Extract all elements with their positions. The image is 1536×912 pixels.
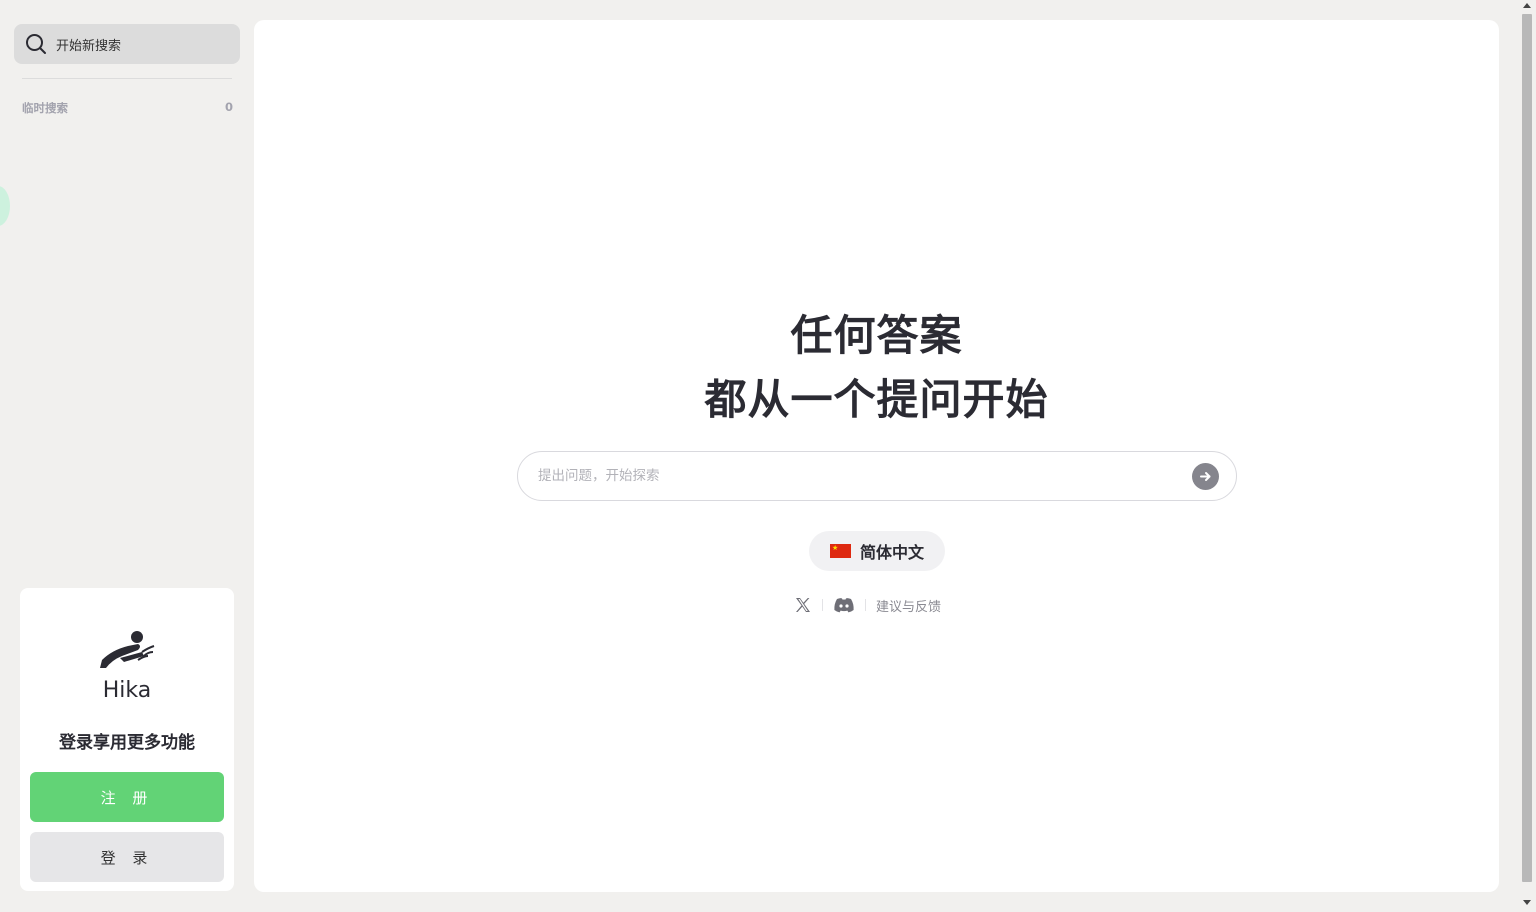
new-search-label: 开始新搜索	[56, 38, 122, 54]
signup-button[interactable]: 注 册	[30, 772, 224, 822]
vertical-scrollbar[interactable]	[1519, 0, 1536, 912]
temp-search-count: 0	[224, 100, 233, 114]
search-icon	[25, 33, 47, 55]
login-button[interactable]: 登 录	[30, 832, 224, 882]
x-logo-icon[interactable]	[794, 596, 812, 614]
discord-icon[interactable]	[833, 597, 855, 613]
feedback-link[interactable]: 建议与反馈	[876, 596, 941, 615]
ask-input[interactable]	[538, 452, 1178, 500]
scroll-down-arrow-icon[interactable]	[1523, 900, 1531, 905]
scroll-up-arrow-icon[interactable]	[1523, 3, 1531, 8]
footer-divider	[865, 599, 866, 611]
arrow-right-icon	[1199, 470, 1212, 483]
ask-box	[517, 451, 1237, 501]
submit-button[interactable]	[1192, 463, 1219, 490]
headline-line-2: 都从一个提问开始	[704, 375, 1049, 424]
china-flag-icon: ★	[829, 544, 851, 558]
language-label: 简体中文	[859, 543, 924, 562]
login-card: Hika 登录享用更多功能 注 册 登 录	[20, 588, 234, 891]
login-prompt: 登录享用更多功能	[59, 733, 195, 753]
scroll-thumb[interactable]	[1522, 14, 1532, 882]
sidebar-divider	[22, 78, 232, 79]
temp-search-section[interactable]: 临时搜索 0	[22, 100, 233, 116]
headline-line-1: 任何答案	[790, 311, 963, 360]
new-search-button[interactable]: 开始新搜索	[14, 24, 240, 64]
footer-links: 建议与反馈	[794, 594, 954, 616]
main-panel: 任何答案 都从一个提问开始 ★ 简体中文 建议与反馈	[254, 20, 1499, 892]
language-selector[interactable]: ★ 简体中文	[809, 531, 945, 571]
footer-divider	[822, 599, 823, 611]
temp-search-label: 临时搜索	[22, 101, 68, 115]
brand-name: Hika	[102, 678, 152, 703]
sidebar: 开始新搜索 临时搜索 0 Hika 登录享用更多功能 注 册 登 录	[0, 0, 254, 912]
hika-logo-icon	[98, 630, 156, 674]
